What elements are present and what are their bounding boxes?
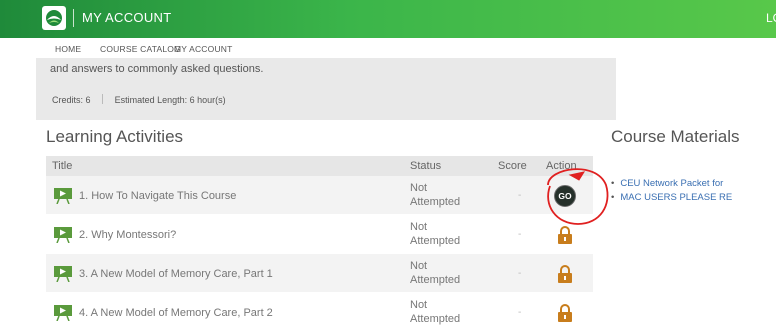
lock-icon [558,226,572,244]
status-line: Not [410,182,428,194]
activity-score: - [518,229,522,240]
activity-status: Not Attempted [410,298,480,326]
materials-list: CEU Network Packet for MAC USERS PLEASE … [611,178,776,208]
logo-icon [46,10,62,26]
col-status: Status [410,160,442,172]
nav-home[interactable]: HOME [55,44,81,54]
credits-value: 6 [85,95,91,105]
status-line: Not [410,299,428,311]
status-line: Attempted [410,313,461,325]
credits-label: Credits: [52,95,84,105]
activities-table: Title Status Score Action 1. How To Navi… [46,156,593,332]
activity-title[interactable]: 4. A New Model of Memory Care, Part 2 [79,307,273,319]
status-line: Not [410,221,428,233]
length-value: 6 hour(s) [189,95,226,105]
table-row: 4. A New Model of Memory Care, Part 2 No… [46,293,593,332]
course-materials-heading: Course Materials [611,127,740,146]
material-link[interactable]: CEU Network Packet for [611,178,723,189]
course-description: and answers to commonly asked questions. [50,63,264,75]
course-summary: and answers to commonly asked questions.… [36,58,616,120]
material-link[interactable]: MAC USERS PLEASE RE [611,192,732,203]
lock-status [554,263,576,285]
logout-link[interactable]: LO [766,11,776,25]
logo[interactable] [42,6,66,30]
col-action: Action [546,160,577,172]
col-score: Score [498,160,527,172]
nav-my-account[interactable]: MY ACCOUNT [174,44,233,54]
presentation-icon [54,227,72,243]
table-header: Title Status Score Action [46,156,593,176]
meta-divider [102,94,104,104]
table-row: 1. How To Navigate This Course Not Attem… [46,176,593,215]
activity-score: - [518,190,522,201]
activity-score: - [518,268,522,279]
app-title: MY ACCOUNT [82,10,172,25]
status-line: Attempted [410,235,461,247]
activity-status: Not Attempted [410,220,480,248]
status-line: Attempted [410,274,461,286]
activity-title[interactable]: 3. A New Model of Memory Care, Part 1 [79,268,273,280]
activity-status: Not Attempted [410,259,480,287]
go-button[interactable]: GO [554,185,576,207]
table-row: 2. Why Montessori? Not Attempted - [46,215,593,254]
nav-course-catalog[interactable]: COURSE CATALOG [100,44,181,54]
activity-score: - [518,307,522,318]
learning-activities-heading: Learning Activities [46,127,184,146]
activity-status: Not Attempted [410,181,480,209]
lock-icon [558,265,572,283]
status-line: Attempted [410,196,461,208]
table-row: 3. A New Model of Memory Care, Part 1 No… [46,254,593,293]
header-divider [73,9,74,27]
main-nav: HOME COURSE CATALOG MY ACCOUNT [0,38,776,58]
activity-title[interactable]: 1. How To Navigate This Course [79,190,236,202]
presentation-icon [54,188,72,204]
lock-status [554,224,576,246]
status-line: Not [410,260,428,272]
length-label: Estimated Length: [114,95,188,105]
presentation-icon [54,266,72,282]
presentation-icon [54,305,72,321]
top-bar: MY ACCOUNT LO [0,0,776,38]
lock-icon [558,304,572,322]
col-title: Title [52,160,73,172]
lock-status [554,302,576,324]
go-icon[interactable]: GO [554,185,576,207]
course-meta: Credits: 6 Estimated Length: 6 hour(s) [52,94,226,105]
activity-title[interactable]: 2. Why Montessori? [79,229,176,241]
